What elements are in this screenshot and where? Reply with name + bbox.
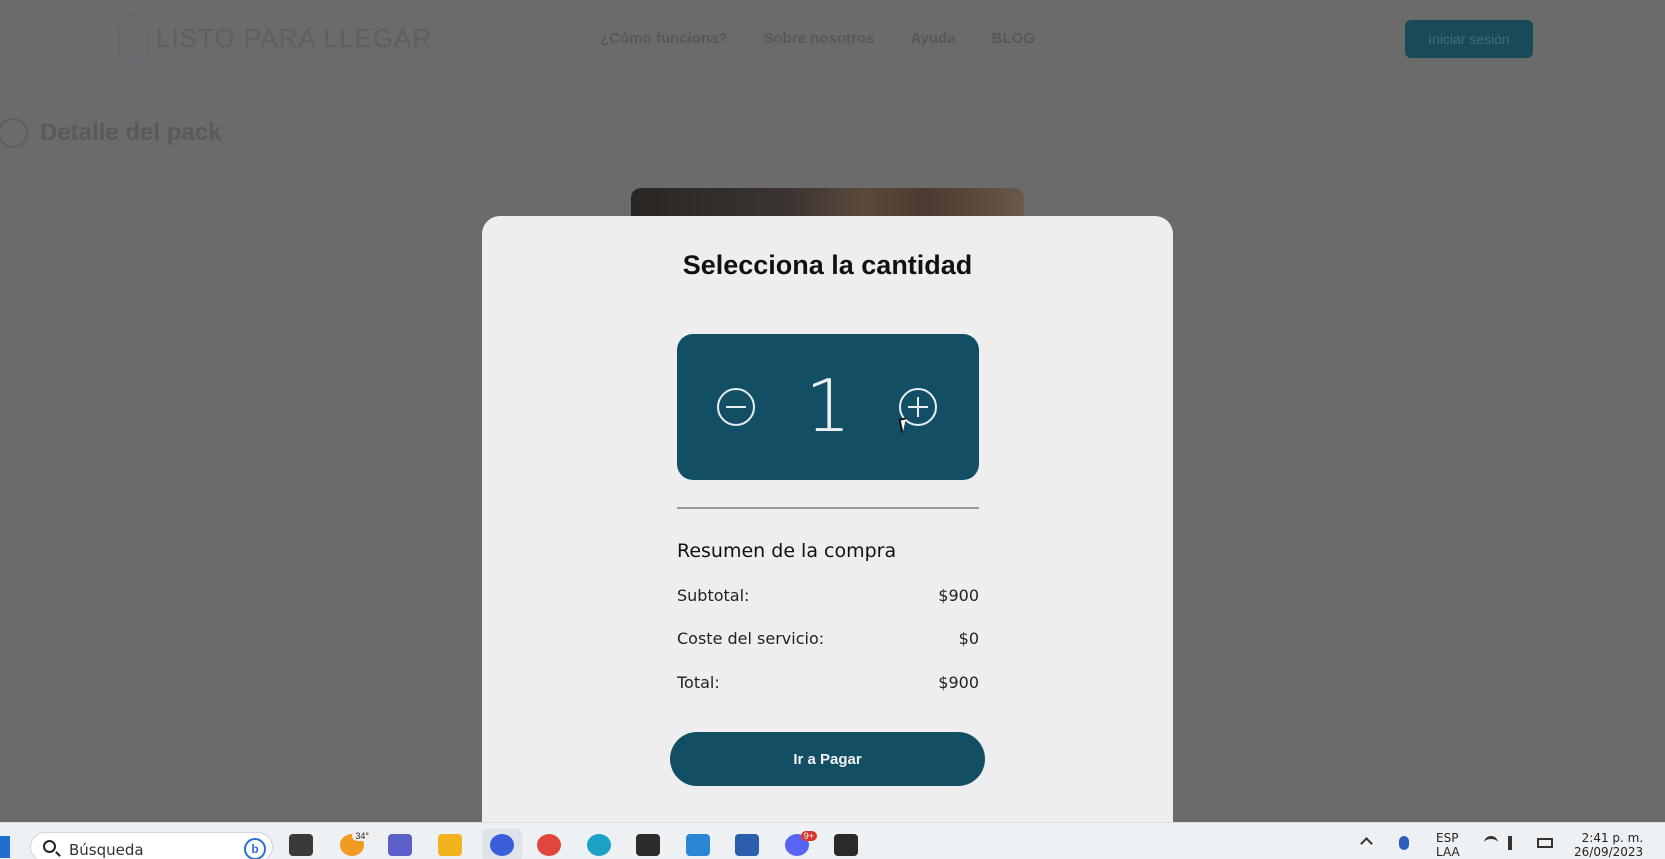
- file-explorer-icon[interactable]: [438, 834, 462, 856]
- weather-badge: 34°: [352, 831, 372, 841]
- chevron-up-icon[interactable]: [1360, 837, 1373, 850]
- page-title: Detalle del pack: [40, 119, 222, 146]
- teams-icon[interactable]: [388, 834, 412, 856]
- login-button: Iniciar sesión: [1405, 20, 1533, 58]
- clock-time: 2:41 p. m.: [1581, 831, 1644, 845]
- modal-title: Selecciona la cantidad: [682, 250, 973, 280]
- quantity-modal: Selecciona la cantidad 1 Resumen de la c…: [482, 216, 1173, 822]
- quantity-stepper: 1: [677, 334, 979, 480]
- chrome-icon[interactable]: [537, 834, 561, 856]
- wifi-icon[interactable]: [1484, 836, 1498, 850]
- summary-value: $900: [938, 586, 979, 605]
- search-placeholder: Búsqueda: [69, 841, 144, 859]
- taskbar-search-input[interactable]: Búsqueda b: [30, 832, 273, 859]
- nav-item-how-it-works: ¿Cómo funciona?: [600, 30, 728, 47]
- taskbar: Búsqueda b 34° 9+ ESP LAA 2:41 p. m. 26/…: [0, 822, 1665, 859]
- search-icon: [43, 840, 56, 853]
- pay-button[interactable]: Ir a Pagar: [670, 732, 985, 786]
- language-layout: LAA: [1436, 845, 1460, 859]
- back-arrow-icon: [0, 118, 28, 148]
- recorder-icon[interactable]: [834, 834, 858, 856]
- summary-row-total: Total: $900: [677, 673, 979, 692]
- weather-icon[interactable]: 34°: [340, 831, 372, 856]
- summary-label: Subtotal:: [677, 586, 750, 605]
- discord-badge: 9+: [800, 831, 817, 841]
- start-icon[interactable]: [0, 836, 10, 858]
- summary-row-service-fee: Coste del servicio: $0: [677, 629, 979, 648]
- nav-item-help: Ayuda: [910, 30, 956, 47]
- clock[interactable]: 2:41 p. m. 26/09/2023: [1574, 831, 1643, 859]
- edge-icon[interactable]: [587, 834, 611, 856]
- summary-row-subtotal: Subtotal: $900: [677, 586, 979, 605]
- summary-title: Resumen de la compra: [677, 540, 897, 562]
- top-nav: ¿Cómo funciona? Sobre nosotros Ayuda BLO…: [600, 30, 1035, 47]
- language-code: ESP: [1436, 831, 1459, 845]
- summary-label: Total:: [677, 673, 720, 692]
- summary-value: $0: [958, 629, 979, 648]
- language-indicator[interactable]: ESP LAA: [1436, 831, 1460, 859]
- task-view-icon[interactable]: [289, 834, 313, 856]
- logo-text: LISTO PARA LLEGAR: [156, 22, 433, 53]
- summary-label: Coste del servicio:: [677, 629, 825, 648]
- microphone-icon[interactable]: [1399, 836, 1409, 850]
- discord-icon[interactable]: 9+: [785, 831, 817, 856]
- volume-icon[interactable]: [1508, 836, 1522, 850]
- summary-value: $900: [938, 673, 979, 692]
- terminal-icon[interactable]: [636, 834, 660, 856]
- divider: [677, 507, 979, 509]
- nav-item-blog: BLOG: [991, 30, 1035, 47]
- back-header: Detalle del pack: [0, 118, 221, 148]
- clock-date: 26/09/2023: [1574, 845, 1644, 859]
- logo-mark-icon: [118, 14, 148, 62]
- firefox-icon: [490, 834, 514, 856]
- vscode-icon[interactable]: [686, 834, 710, 856]
- site-logo: LISTO PARA LLEGAR: [118, 14, 432, 62]
- battery-icon[interactable]: [1537, 838, 1553, 848]
- nav-item-about: Sobre nosotros: [763, 30, 875, 47]
- firefox-active-slot[interactable]: [482, 829, 522, 859]
- word-icon[interactable]: [735, 834, 759, 856]
- bing-icon[interactable]: b: [244, 838, 266, 859]
